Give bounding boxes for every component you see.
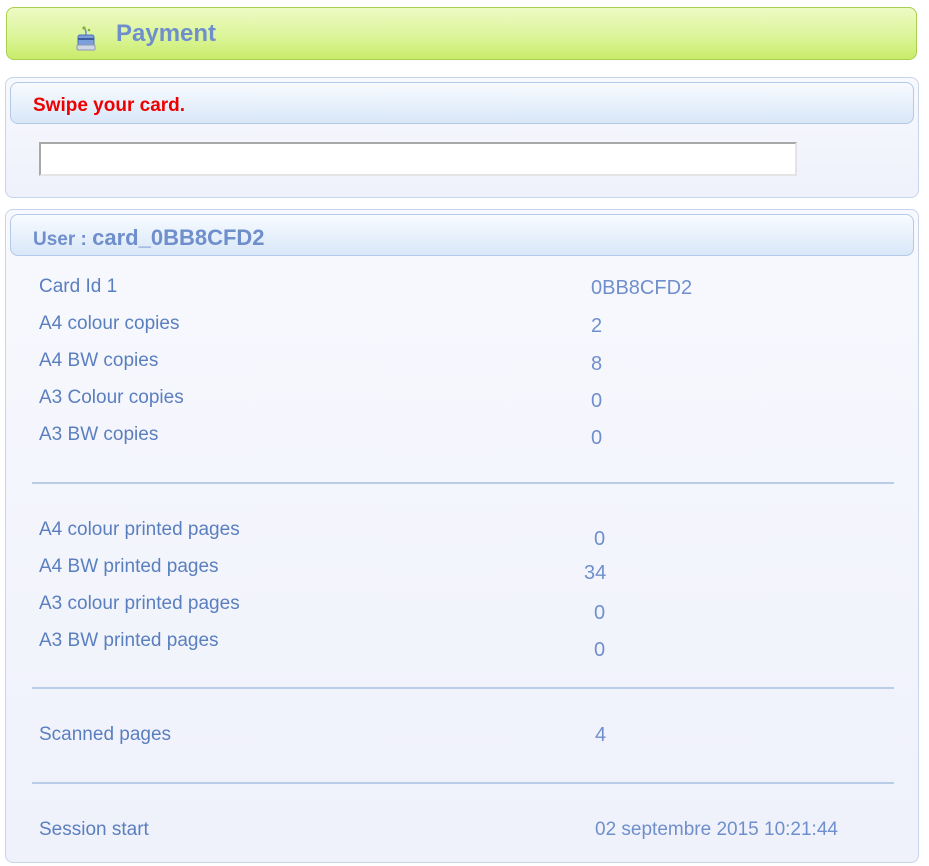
swipe-card-panel: Swipe your card.: [5, 77, 919, 198]
a4-colour-printed-value: 0: [594, 528, 606, 550]
card-payment-icon: [75, 25, 97, 51]
user-title-bar: User : card_0BB8CFD2: [10, 214, 914, 256]
a4-bw-copies-value: 8: [591, 353, 603, 375]
section-divider: [32, 782, 894, 784]
card-swipe-input[interactable]: [39, 142, 797, 176]
a3-colour-copies-value: 0: [591, 390, 603, 412]
session-start-label: Session start: [39, 819, 149, 840]
a4-colour-copies-label: A4 colour copies: [39, 313, 180, 334]
scanned-pages-value: 4: [595, 724, 607, 746]
user-info-panel: User : card_0BB8CFD2 Card Id 1 0BB8CFD2 …: [5, 209, 919, 863]
a3-colour-printed-label: A3 colour printed pages: [39, 593, 240, 614]
a3-colour-printed-value: 0: [594, 602, 606, 624]
card-id-value: 0BB8CFD2: [591, 277, 693, 299]
user-heading: User : card_0BB8CFD2: [33, 225, 265, 251]
user-label: User :: [33, 229, 93, 250]
section-divider: [32, 687, 894, 689]
card-id-label: Card Id 1: [39, 276, 118, 297]
section-divider: [32, 482, 894, 484]
a3-bw-copies-value: 0: [591, 427, 603, 449]
a4-bw-copies-label: A4 BW copies: [39, 350, 159, 371]
header-bar: Payment: [6, 7, 917, 60]
a4-bw-printed-label: A4 BW printed pages: [39, 556, 219, 577]
swipe-instruction: Swipe your card.: [33, 95, 186, 116]
a4-colour-printed-label: A4 colour printed pages: [39, 519, 240, 540]
a3-colour-copies-label: A3 Colour copies: [39, 387, 184, 408]
a3-bw-printed-value: 0: [594, 639, 606, 661]
a4-bw-printed-value: 34: [584, 562, 607, 584]
scanned-pages-label: Scanned pages: [39, 724, 172, 745]
a4-colour-copies-value: 2: [591, 315, 603, 337]
swipe-title-bar: Swipe your card.: [10, 82, 914, 124]
user-name: card_0BB8CFD2: [92, 225, 265, 250]
a3-bw-printed-label: A3 BW printed pages: [39, 630, 219, 651]
page-title: Payment: [116, 20, 217, 47]
a3-bw-copies-label: A3 BW copies: [39, 424, 159, 445]
session-start-value: 02 septembre 2015 10:21:44: [595, 819, 838, 840]
